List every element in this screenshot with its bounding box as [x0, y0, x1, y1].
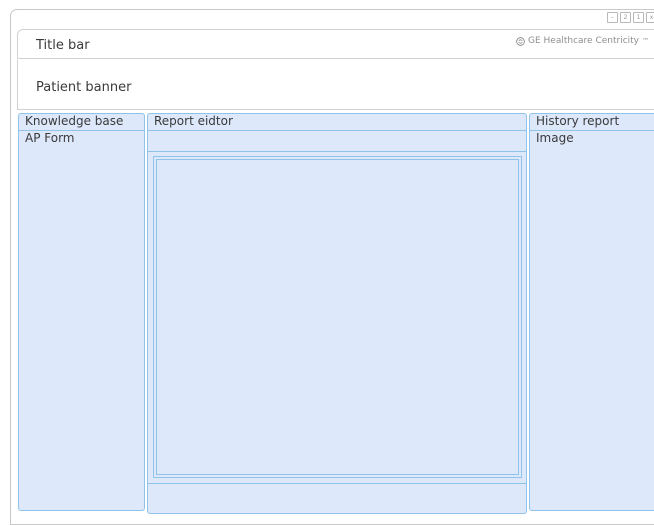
ap-form-label[interactable]: AP Form — [25, 131, 75, 145]
trademark-symbol: ™ — [642, 37, 649, 45]
brand-text: GE Healthcare Centricity — [528, 36, 639, 46]
report-editor-title: Report eidtor — [154, 114, 233, 128]
window-controls: – 2 1 x — [607, 12, 654, 23]
knowledge-base-title: Knowledge base — [25, 114, 124, 128]
report-editor-text-area[interactable] — [153, 156, 522, 478]
history-report-panel: History report Image — [529, 113, 654, 511]
report-editor-footer — [148, 483, 526, 510]
report-editor-header: Report eidtor — [148, 114, 526, 131]
knowledge-base-header: Knowledge base — [19, 114, 144, 131]
patient-banner-label: Patient banner — [36, 80, 132, 95]
ge-logo-icon — [516, 36, 525, 46]
history-report-title: History report — [536, 114, 620, 128]
image-label[interactable]: Image — [536, 131, 574, 145]
report-editor-inner-area — [156, 159, 519, 475]
close-button[interactable]: x — [646, 12, 654, 23]
history-report-header: History report — [530, 114, 654, 131]
knowledge-base-panel: Knowledge base AP Form — [18, 113, 145, 511]
restore-button[interactable]: 1 — [633, 12, 644, 23]
brand: GE Healthcare Centricity ™ — [516, 36, 649, 46]
patient-banner: Patient banner — [17, 60, 654, 110]
title-bar: Title bar GE Healthcare Centricity ™ — [17, 29, 654, 59]
maximize-button[interactable]: 2 — [620, 12, 631, 23]
title-bar-label: Title bar — [36, 38, 90, 53]
minimize-button[interactable]: – — [607, 12, 618, 23]
report-editor-panel: Report eidtor — [147, 113, 527, 514]
report-editor-toolbar — [148, 131, 526, 152]
